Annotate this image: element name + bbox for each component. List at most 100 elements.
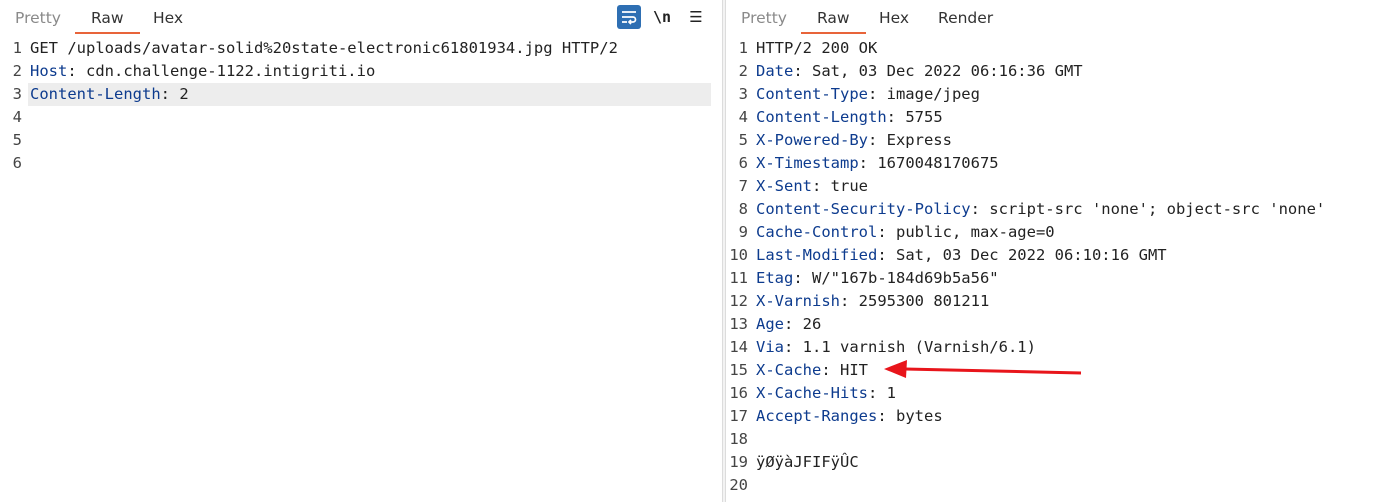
- line-number: 5: [12, 131, 22, 149]
- header-name: Cache-Control: [756, 223, 878, 241]
- header-value: : 26: [784, 315, 822, 333]
- line-number: 1: [12, 39, 22, 57]
- response-line: 17 Accept-Ranges: bytes: [726, 405, 1396, 428]
- header-value: : Express: [867, 131, 952, 149]
- line-content: X-Powered-By: Express: [756, 129, 952, 152]
- line-number: 7: [738, 177, 748, 195]
- line-number: 17: [729, 407, 748, 425]
- header-value: : cdn.challenge-1122.intigriti.io: [67, 62, 376, 80]
- line-content: Content-Length: 2: [30, 83, 189, 106]
- response-line: 20: [726, 474, 1396, 497]
- line-number: 20: [729, 476, 748, 494]
- line-number: 12: [729, 292, 748, 310]
- header-value: : HIT: [821, 361, 868, 379]
- line-content: HTTP/2 200 OK: [756, 37, 877, 60]
- header-name: X-Sent: [756, 177, 812, 195]
- header-name: Content-Length: [756, 108, 887, 126]
- header-value: : 1670048170675: [858, 154, 999, 172]
- header-value: : public, max-age=0: [877, 223, 1055, 241]
- response-line: 1 HTTP/2 200 OK: [726, 37, 1396, 60]
- line-number: 8: [738, 200, 748, 218]
- line-number: 3: [738, 85, 748, 103]
- request-line: 3 Content-Length: 2: [0, 83, 722, 106]
- response-tab-hex[interactable]: Hex: [879, 0, 909, 33]
- header-value: : 1: [867, 384, 896, 402]
- hamburger-menu-icon[interactable]: ☰: [684, 5, 708, 29]
- request-line: 2 Host: cdn.challenge-1122.intigriti.io: [0, 60, 722, 83]
- line-number: 3: [12, 85, 22, 103]
- line-number: 9: [738, 223, 748, 241]
- response-tab-pretty[interactable]: Pretty: [741, 0, 787, 33]
- line-content: Content-Length: 5755: [756, 106, 943, 129]
- line-content: Cache-Control: public, max-age=0: [756, 221, 1055, 244]
- header-value: : Sat, 03 Dec 2022 06:10:16 GMT: [877, 246, 1167, 264]
- response-tab-raw[interactable]: Raw: [801, 0, 866, 34]
- line-content: GET /uploads/avatar-solid%20state-electr…: [30, 37, 618, 60]
- line-content: X-Varnish: 2595300 801211: [756, 290, 989, 313]
- line-number: 19: [729, 453, 748, 471]
- header-name: Content-Type: [756, 85, 868, 103]
- line-content: Host: cdn.challenge-1122.intigriti.io: [30, 60, 375, 83]
- response-line: 12 X-Varnish: 2595300 801211: [726, 290, 1396, 313]
- line-number: 14: [729, 338, 748, 356]
- header-name: Content-Length: [30, 85, 161, 103]
- header-name: X-Powered-By: [756, 131, 868, 149]
- request-line: 4: [0, 106, 722, 129]
- header-name: Age: [756, 315, 784, 333]
- newline-toggle-button[interactable]: \n: [650, 5, 674, 29]
- line-content: Last-Modified: Sat, 03 Dec 2022 06:10:16…: [756, 244, 1167, 267]
- line-number: 4: [12, 108, 22, 126]
- header-value: : image/jpeg: [867, 85, 980, 103]
- header-value: : 2: [160, 85, 189, 103]
- response-tab-render[interactable]: Render: [938, 0, 993, 33]
- header-name: Host: [30, 62, 68, 80]
- line-number: 2: [12, 62, 22, 80]
- request-pane: Pretty Raw Hex \n ☰ 1 GET /uploads/avatar…: [0, 0, 722, 502]
- line-number: 2: [738, 62, 748, 80]
- header-name: Date: [756, 62, 794, 80]
- response-line: 7 X-Sent: true: [726, 175, 1396, 198]
- response-line: 11 Etag: W/"167b-184d69b5a56": [726, 267, 1396, 290]
- response-line: 14 Via: 1.1 varnish (Varnish/6.1): [726, 336, 1396, 359]
- request-tab-hex[interactable]: Hex: [153, 0, 183, 33]
- header-value: : W/"167b-184d69b5a56": [793, 269, 999, 287]
- line-content: Etag: W/"167b-184d69b5a56": [756, 267, 999, 290]
- response-line: 10 Last-Modified: Sat, 03 Dec 2022 06:10:…: [726, 244, 1396, 267]
- header-value: : bytes: [877, 407, 943, 425]
- response-editor[interactable]: 1 HTTP/2 200 OK 2 Date: Sat, 03 Dec 2022 06…: [726, 37, 1396, 497]
- response-line: 8 Content-Security-Policy: script-src 'no…: [726, 198, 1396, 221]
- response-pane: Pretty Raw Hex Render 1 HTTP/2 200 OK 2 Dat…: [726, 0, 1396, 502]
- header-value: GET /uploads/avatar-solid%20state-electr…: [30, 39, 618, 57]
- request-tab-pretty[interactable]: Pretty: [15, 0, 61, 33]
- header-name: Via: [756, 338, 784, 356]
- header-value: : 1.1 varnish (Varnish/6.1): [784, 338, 1036, 356]
- header-name: Content-Security-Policy: [756, 200, 971, 218]
- header-value: : Sat, 03 Dec 2022 06:16:36 GMT: [793, 62, 1083, 80]
- header-name: Last-Modified: [756, 246, 878, 264]
- header-value: : 5755: [886, 108, 943, 126]
- response-line: 3 Content-Type: image/jpeg: [726, 83, 1396, 106]
- line-content: ÿØÿàJFIFÿÛC: [756, 451, 859, 474]
- request-tab-raw[interactable]: Raw: [75, 0, 140, 34]
- line-content: Content-Security-Policy: script-src 'non…: [756, 198, 1325, 221]
- request-line: 5: [0, 129, 722, 152]
- header-name: X-Timestamp: [756, 154, 859, 172]
- request-toolbar: \n ☰: [610, 5, 710, 29]
- line-content: X-Cache: HIT: [756, 359, 868, 382]
- line-number: 4: [738, 108, 748, 126]
- response-line: 5 X-Powered-By: Express: [726, 129, 1396, 152]
- header-name: Accept-Ranges: [756, 407, 878, 425]
- line-number: 15: [729, 361, 748, 379]
- line-number: 10: [729, 246, 748, 264]
- request-editor[interactable]: 1 GET /uploads/avatar-solid%20state-elect…: [0, 37, 722, 175]
- line-number: 18: [729, 430, 748, 448]
- line-content: Age: 26: [756, 313, 821, 336]
- line-number: 16: [729, 384, 748, 402]
- response-line: 15 X-Cache: HIT: [726, 359, 1396, 382]
- line-content: X-Sent: true: [756, 175, 868, 198]
- line-number: 6: [12, 154, 22, 172]
- header-value: HTTP/2 200 OK: [756, 39, 878, 57]
- header-value: ÿØÿàJFIFÿÛC: [756, 453, 859, 471]
- wrap-lines-icon[interactable]: [617, 5, 641, 29]
- request-tabbar: Pretty Raw Hex \n ☰: [0, 0, 722, 35]
